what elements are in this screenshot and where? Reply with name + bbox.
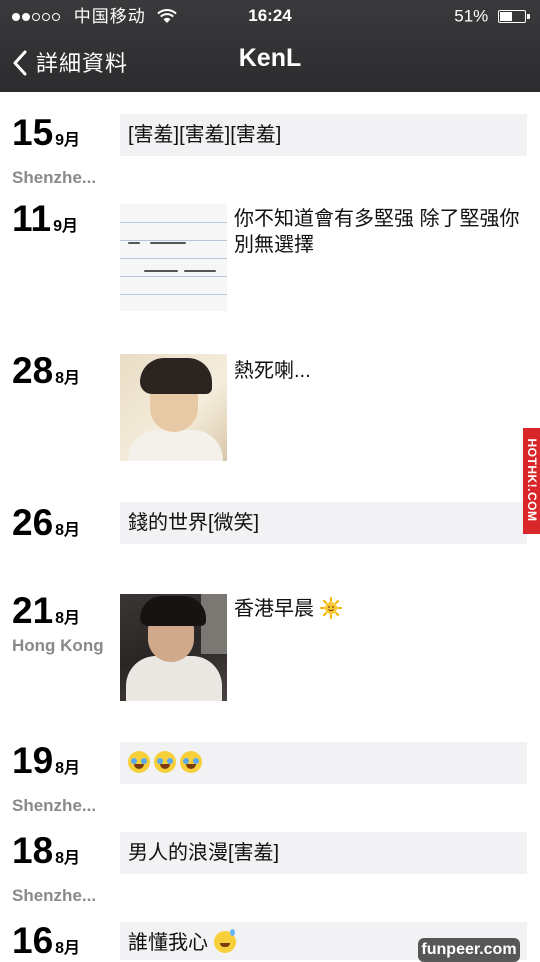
battery-icon xyxy=(498,10,530,24)
post-day: 11 xyxy=(12,198,52,239)
post-item: 11 9月 你不知道會有多堅强 除了堅强你別無選擇 xyxy=(0,198,540,318)
battery: 51% xyxy=(454,0,530,33)
sweat-smile-emoji-icon xyxy=(213,929,236,953)
post-item: 15 9月 Shenzhe... [害羞][害羞][害羞] xyxy=(0,112,540,192)
post-item: 26 8月 錢的世界[微笑] xyxy=(0,502,540,552)
tears-of-joy-emoji-icon xyxy=(128,751,150,773)
post-month: 8月 xyxy=(55,610,81,627)
post-month: 8月 xyxy=(55,760,81,777)
post-text-row[interactable]: 香港早晨 xyxy=(234,596,530,622)
post-item: 21 8月 Hong Kong 香港早晨 xyxy=(0,590,540,710)
handwriting-stroke xyxy=(128,242,140,244)
page-title: KenL xyxy=(238,44,302,72)
paper-rule xyxy=(120,222,227,223)
post-text[interactable] xyxy=(120,742,527,784)
paper-rule xyxy=(120,258,227,259)
post-text[interactable]: 男人的浪漫[害羞] xyxy=(120,832,527,874)
bottom-watermark: funpeer.com xyxy=(418,938,520,962)
post-date: 18 8月 xyxy=(12,830,80,872)
post-day: 18 xyxy=(12,830,54,871)
post-date: 16 8月 xyxy=(12,920,80,962)
post-text: 誰懂我心 xyxy=(128,932,208,954)
post-location[interactable]: Shenzhe... xyxy=(12,168,96,188)
photo-hair xyxy=(140,596,206,626)
post-date: 21 8月 xyxy=(12,590,80,632)
handwriting-photo[interactable] xyxy=(120,204,227,311)
post-text: 香港早晨 xyxy=(234,598,314,620)
photo-shirt xyxy=(128,430,223,461)
post-date: 26 8月 xyxy=(12,502,80,544)
post-month: 9月 xyxy=(53,218,79,235)
photo-hair xyxy=(140,358,212,394)
post-item: 28 8月 熱死喇... xyxy=(0,350,540,470)
status-bar: 中国移动 16:24 51% xyxy=(0,0,540,32)
tears-of-joy-emoji-icon xyxy=(180,751,202,773)
post-item: 18 8月 Shenzhe... 男人的浪漫[害羞] xyxy=(0,830,540,910)
side-watermark-text: HOTHK!.COM xyxy=(525,438,539,522)
post-month: 8月 xyxy=(55,850,81,867)
post-day: 15 xyxy=(12,112,54,153)
handwriting-stroke xyxy=(144,270,178,272)
post-location[interactable]: Hong Kong xyxy=(12,636,104,656)
battery-fill xyxy=(500,12,512,22)
post-date: 15 9月 xyxy=(12,112,80,154)
selfie-photo[interactable] xyxy=(120,354,227,461)
post-month: 9月 xyxy=(55,132,81,149)
car-selfie-photo[interactable] xyxy=(120,594,227,701)
handwriting-stroke xyxy=(150,242,186,244)
post-location[interactable]: Shenzhe... xyxy=(12,886,96,906)
post-month: 8月 xyxy=(55,522,81,539)
navigation-bar: 詳細資料 KenL xyxy=(0,36,540,86)
post-date: 11 9月 xyxy=(12,198,78,240)
post-location[interactable]: Shenzhe... xyxy=(12,796,96,816)
paper-rule xyxy=(120,276,227,277)
post-date: 19 8月 xyxy=(12,740,80,782)
post-text[interactable]: 熱死喇... xyxy=(234,358,530,384)
tears-of-joy-emoji-icon xyxy=(154,751,176,773)
sun-emoji-icon xyxy=(319,597,342,619)
photo-shirt xyxy=(126,656,222,701)
post-day: 26 xyxy=(12,502,54,543)
paper-rule xyxy=(120,294,227,295)
post-text[interactable]: [害羞][害羞][害羞] xyxy=(120,114,527,156)
post-month: 8月 xyxy=(55,370,81,387)
app-header: 中国移动 16:24 51% 詳細資料 KenL xyxy=(0,0,540,92)
side-watermark: HOTHK!.COM xyxy=(523,428,540,534)
post-date: 28 8月 xyxy=(12,350,80,392)
post-item: 19 8月 Shenzhe... xyxy=(0,740,540,820)
handwriting-stroke xyxy=(184,270,216,272)
battery-percent: 51% xyxy=(454,6,489,26)
post-day: 16 xyxy=(12,920,54,961)
post-month: 8月 xyxy=(55,940,81,957)
post-text[interactable]: 錢的世界[微笑] xyxy=(120,502,527,544)
paper-rule xyxy=(120,240,227,241)
post-text[interactable]: 你不知道會有多堅强 除了堅强你別無選擇 xyxy=(234,206,530,258)
post-day: 21 xyxy=(12,590,54,631)
post-day: 28 xyxy=(12,350,54,391)
post-day: 19 xyxy=(12,740,54,781)
